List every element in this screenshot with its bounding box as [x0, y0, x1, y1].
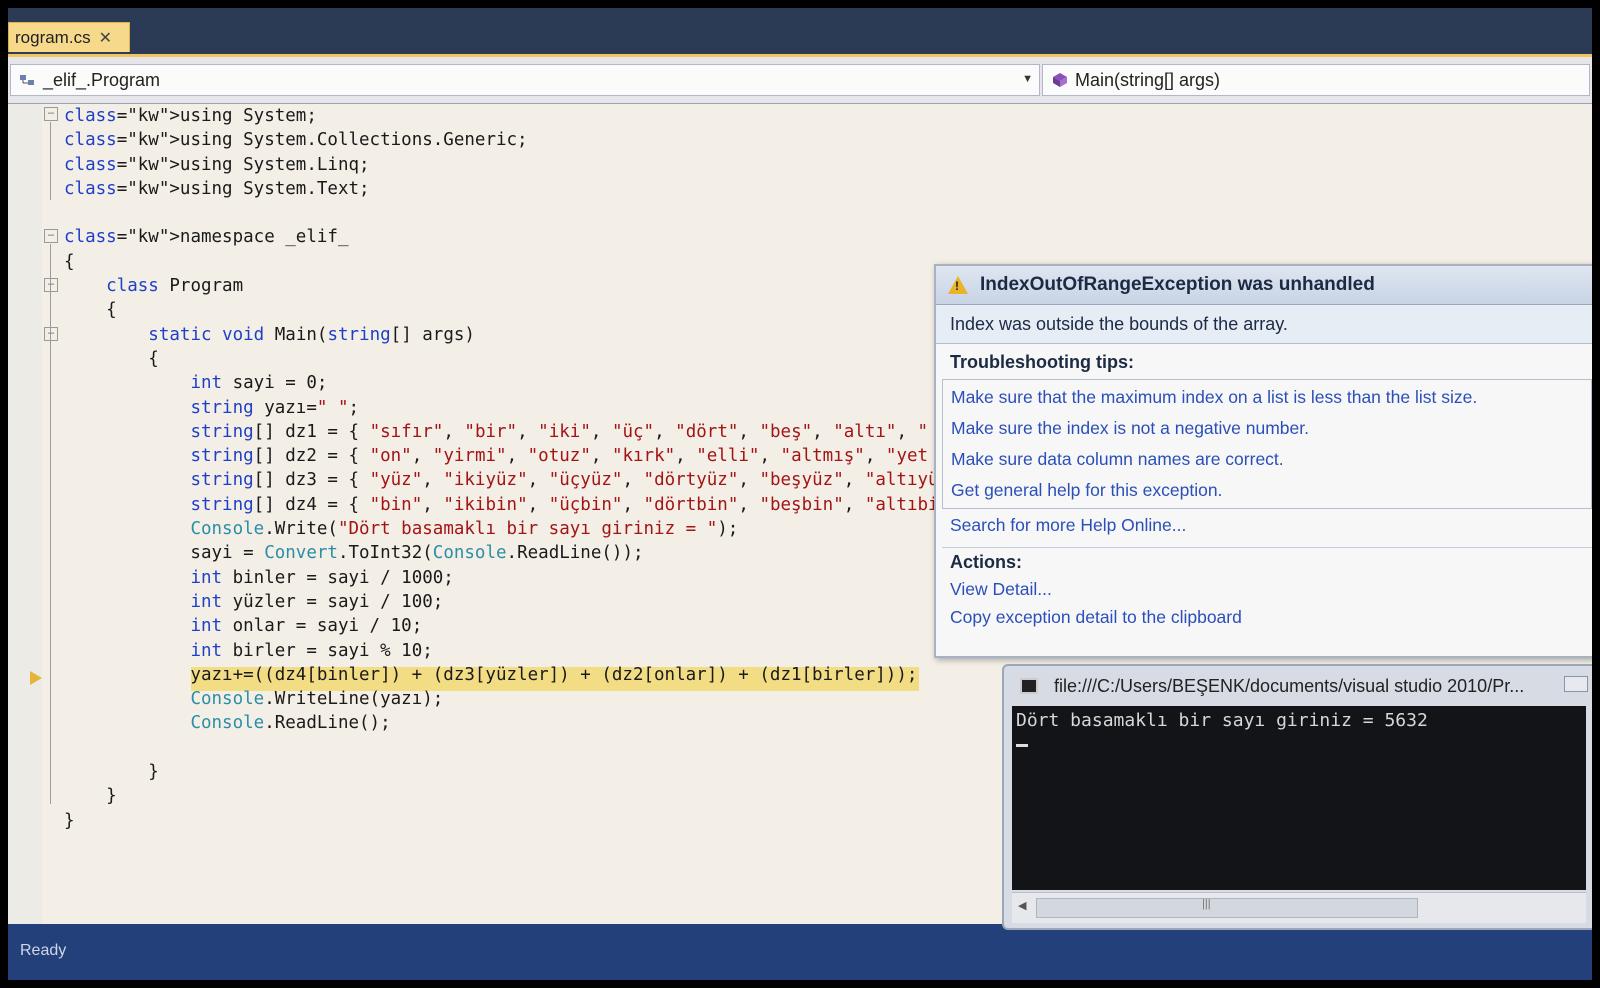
console-window[interactable]: file:///C:/Users/BEŞENK/documents/visual…	[1002, 664, 1592, 930]
console-icon	[1020, 678, 1038, 694]
copy-exception-link[interactable]: Copy exception detail to the clipboard	[936, 601, 1592, 633]
scroll-left-icon[interactable]: ◀	[1018, 899, 1026, 912]
code-line[interactable]: string[] dz2 = { "on", "yirmi", "otuz", …	[64, 444, 939, 468]
code-line[interactable]: {	[64, 347, 939, 371]
exception-header: ! IndexOutOfRangeException was unhandled	[936, 266, 1592, 305]
code-line[interactable]: class="kw">using System;	[64, 104, 939, 128]
code-line[interactable]: int binler = sayi / 1000;	[64, 566, 939, 590]
class-icon	[20, 75, 34, 85]
tab-label: rogram.cs	[15, 27, 91, 47]
horizontal-scrollbar[interactable]: ◀ |||	[1012, 892, 1586, 923]
console-cursor	[1016, 744, 1028, 747]
tip-link[interactable]: Make sure the index is not a negative nu…	[943, 413, 1591, 444]
class-dropdown[interactable]: _elif_.Program ▼	[10, 64, 1040, 96]
method-dropdown[interactable]: Main(string[] args)	[1042, 64, 1590, 96]
console-title-bar[interactable]: file:///C:/Users/BEŞENK/documents/visual…	[1004, 666, 1592, 706]
minimize-button[interactable]	[1564, 676, 1588, 692]
code-line[interactable]: string[] dz3 = { "yüz", "ikiyüz", "üçyüz…	[64, 468, 938, 492]
tip-link[interactable]: Make sure data column names are correct.	[943, 444, 1591, 475]
code-line[interactable]: }	[64, 784, 939, 808]
class-dropdown-value: _elif_.Program	[43, 69, 161, 90]
chevron-down-icon[interactable]: ▼	[1022, 73, 1033, 85]
code-line[interactable]: string[] dz1 = { "sıfır", "bir", "iki", …	[64, 420, 939, 444]
exception-assistant: ! IndexOutOfRangeException was unhandled…	[934, 264, 1592, 658]
code-line[interactable]: Console.ReadLine();	[64, 711, 939, 735]
code-line[interactable]: yazı+=((dz4[binler]) + (dz3[yüzler]) + (…	[64, 663, 939, 687]
search-help-link[interactable]: Search for more Help Online...	[936, 509, 1592, 541]
navigation-bar: _elif_.Program ▼ Main(string[] args)	[8, 54, 1592, 104]
tab-close-icon[interactable]: ✕	[99, 28, 112, 48]
scrollbar-grip-icon: |||	[1202, 898, 1211, 910]
ide-screen: rogram.cs ✕ _elif_.Program ▼ Main(string…	[8, 8, 1592, 980]
outline-collapse-icon[interactable]: −	[44, 107, 58, 121]
code-line[interactable]: }	[64, 809, 939, 833]
outline-collapse-icon[interactable]: −	[44, 229, 58, 243]
tips-heading: Troubleshooting tips:	[950, 352, 1134, 372]
status-bar: Ready	[8, 924, 1592, 980]
tips-list: Make sure that the maximum index on a li…	[942, 379, 1592, 509]
console-output-line: Dört basamaklı bir sayı giriniz = 5632	[1016, 710, 1428, 731]
console-output[interactable]: Dört basamaklı bir sayı giriniz = 5632	[1012, 706, 1586, 890]
console-title: file:///C:/Users/BEŞENK/documents/visual…	[1054, 675, 1525, 696]
code-text[interactable]: class="kw">using System; class="kw">using…	[64, 104, 939, 833]
code-line[interactable]: class="kw">using System.Collections.Gene…	[64, 128, 939, 152]
divider	[942, 547, 1592, 548]
code-line[interactable]: Console.WriteLine(yazı);	[64, 687, 939, 711]
actions-heading: Actions:	[950, 552, 1022, 572]
tip-link[interactable]: Get general help for this exception.	[943, 475, 1591, 506]
code-line[interactable]: sayi = Convert.ToInt32(Console.ReadLine(…	[64, 541, 939, 565]
code-line[interactable]: ​	[64, 201, 939, 225]
method-dropdown-value: Main(string[] args)	[1075, 69, 1221, 90]
code-line[interactable]: Console.Write("Dört basamaklı bir sayı g…	[64, 517, 939, 541]
code-line[interactable]: int onlar = sayi / 10;	[64, 614, 939, 638]
tip-link[interactable]: Make sure that the maximum index on a li…	[943, 382, 1591, 413]
tab-program-cs[interactable]: rogram.cs ✕	[8, 22, 130, 52]
code-line[interactable]: int birler = sayi % 10;	[64, 639, 939, 663]
status-text: Ready	[20, 942, 67, 959]
code-line[interactable]: string[] dz4 = { "bin", "ikibin", "üçbin…	[64, 493, 938, 517]
exception-message: Index was outside the bounds of the arra…	[936, 305, 1592, 344]
outline-collapse-icon[interactable]: −	[44, 327, 58, 341]
execution-pointer-icon	[30, 671, 42, 685]
document-tab-strip: rogram.cs ✕	[8, 8, 1592, 54]
code-line[interactable]: ​	[64, 736, 939, 760]
code-line[interactable]: int yüzler = sayi / 100;	[64, 590, 939, 614]
code-line[interactable]: class="kw">using System.Text;	[64, 177, 939, 201]
code-line[interactable]: class="kw">using System.Linq;	[64, 153, 939, 177]
warning-icon: !	[948, 276, 968, 294]
code-line[interactable]: class="kw">namespace _elif_	[64, 225, 939, 249]
code-line[interactable]: {	[64, 298, 939, 322]
outline-collapse-icon[interactable]: −	[44, 278, 58, 292]
code-line[interactable]: class Program	[64, 274, 939, 298]
exception-title: IndexOutOfRangeException was unhandled	[980, 274, 1375, 295]
code-line[interactable]: }	[64, 760, 939, 784]
outline-guide	[50, 122, 51, 200]
code-line[interactable]: {	[64, 250, 939, 274]
scrollbar-thumb[interactable]	[1036, 898, 1418, 918]
code-line[interactable]: static void Main(string[] args)	[64, 323, 939, 347]
code-line[interactable]: string yazı=" ";	[64, 396, 939, 420]
code-line[interactable]: int sayi = 0;	[64, 371, 939, 395]
editor-gutter	[8, 104, 42, 924]
method-icon	[1053, 73, 1067, 87]
